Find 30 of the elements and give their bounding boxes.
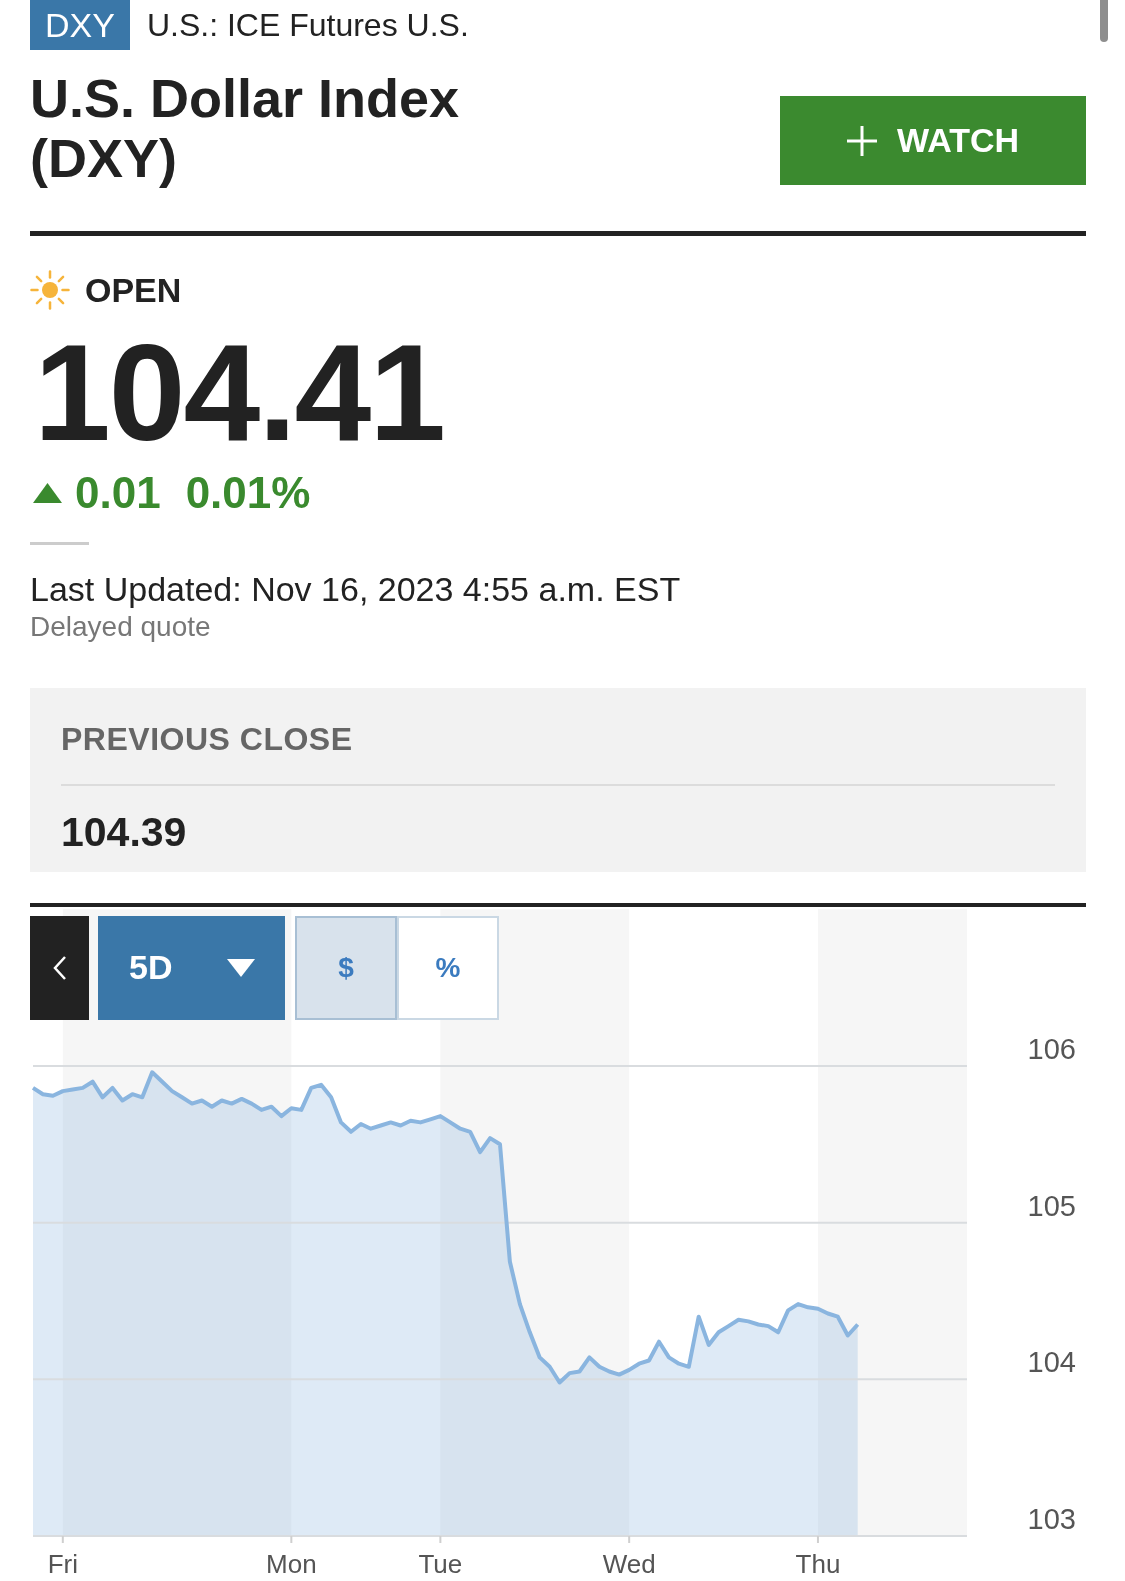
y-axis-label: 104 <box>1027 1346 1076 1379</box>
delay-note: Delayed quote <box>30 609 211 644</box>
sun-icon <box>30 270 70 310</box>
watch-button[interactable]: WATCH <box>780 96 1086 185</box>
unit-toggle[interactable]: $ <box>295 915 397 1020</box>
chevron-left-icon <box>53 955 66 980</box>
back-button[interactable] <box>30 915 89 1020</box>
index-title: U.S. Dollar Index (DXY) <box>30 68 461 188</box>
exchange-name: U.S.: ICE Futures U.S. <box>146 6 469 45</box>
x-axis-label: Fri <box>47 1548 78 1579</box>
percent-change: 0.01% <box>185 471 311 515</box>
caret-down-icon <box>227 958 255 977</box>
last-updated: Last Updated: Nov 16, 2023 4:55 a.m. EST <box>30 569 681 610</box>
x-axis-label: Wed <box>602 1548 656 1579</box>
y-axis-label: 105 <box>1027 1189 1076 1222</box>
range-dropdown[interactable]: 5D <box>98 915 285 1020</box>
plus-icon <box>846 125 877 156</box>
y-axis-label: 103 <box>1027 1502 1076 1535</box>
x-axis-label: Tue <box>418 1548 463 1579</box>
ticker-badge: DXY <box>30 0 130 50</box>
unit-toggle[interactable]: % <box>397 915 499 1020</box>
market-status: OPEN <box>85 270 182 310</box>
x-axis-label: Thu <box>795 1548 841 1579</box>
price-change: 0.01 <box>75 471 161 515</box>
scroll-indicator <box>1100 0 1108 42</box>
y-axis-label: 106 <box>1027 1032 1076 1065</box>
price-value: 104.41 <box>34 323 445 461</box>
previous-close-label: PREVIOUS CLOSE <box>61 720 353 759</box>
x-axis-label: Mon <box>266 1548 317 1579</box>
previous-close-value: 104.39 <box>61 807 187 857</box>
